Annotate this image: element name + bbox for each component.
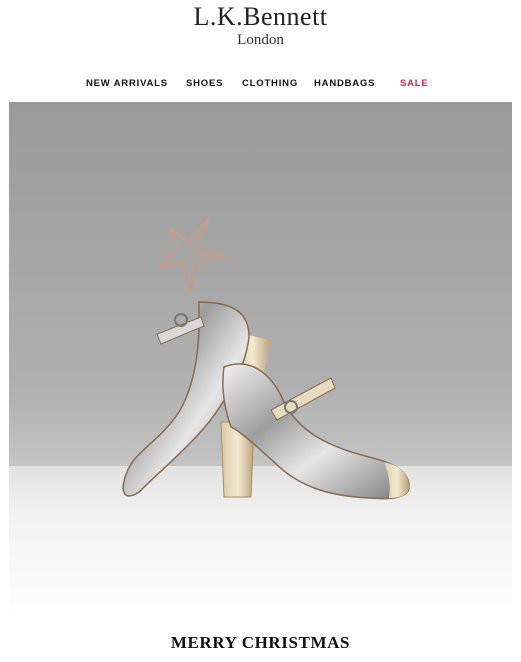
brand-city: London bbox=[237, 32, 284, 48]
nav-handbags[interactable]: HANDBAGS bbox=[314, 78, 375, 89]
shoes-illustration bbox=[122, 217, 410, 500]
brand-logo[interactable]: L.K.Bennett London bbox=[0, 2, 521, 48]
nav-sale[interactable]: SALE bbox=[400, 78, 429, 89]
greeting-title: MERRY CHRISTMAS bbox=[170, 633, 351, 652]
main-nav: NEW ARRIVALS SHOES CLOTHING HANDBAGS SAL… bbox=[0, 78, 521, 92]
nav-new-arrivals[interactable]: NEW ARRIVALS bbox=[86, 78, 168, 89]
hero-image[interactable] bbox=[9, 102, 512, 622]
star-decoration bbox=[155, 217, 228, 293]
brand-name: L.K.Bennett bbox=[193, 2, 328, 31]
nav-shoes[interactable]: SHOES bbox=[186, 78, 223, 89]
nav-clothing[interactable]: CLOTHING bbox=[242, 78, 298, 89]
